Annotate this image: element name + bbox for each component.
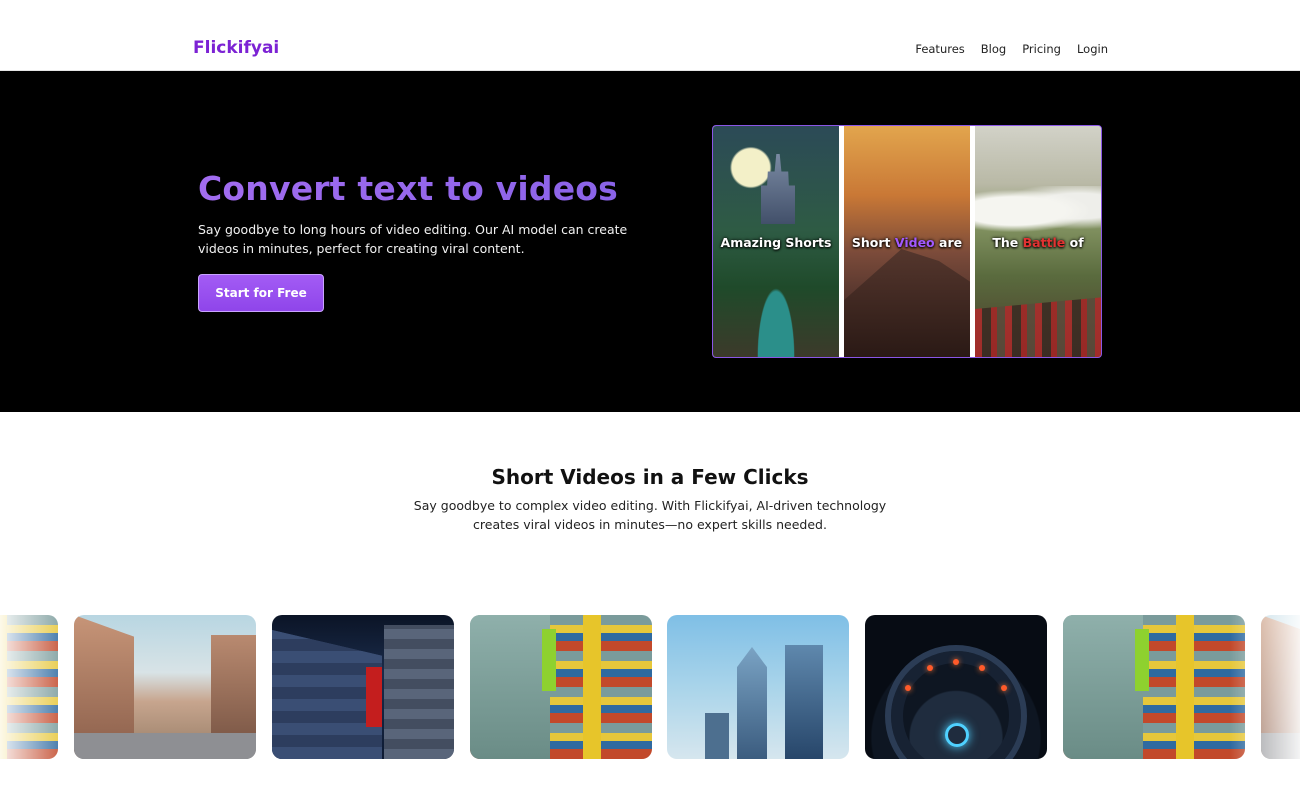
smoke-illustration	[975, 186, 1101, 236]
thumb-art	[542, 629, 556, 691]
thumb-art	[979, 665, 985, 671]
reel-caption-text: of	[1065, 235, 1084, 250]
thumb-art	[927, 665, 933, 671]
gallery-thumb-lego-street[interactable]	[1063, 615, 1245, 759]
thumb-art	[905, 685, 911, 691]
brand-logo[interactable]: Flickifyai	[193, 38, 279, 58]
gallery-thumb-voxel-corridor[interactable]	[272, 615, 454, 759]
thumb-art	[737, 647, 767, 759]
reel-caption-highlight: Battle	[1022, 235, 1066, 250]
reel-caption: Amazing Shorts	[713, 235, 839, 250]
thumb-art	[1001, 685, 1007, 691]
gallery-thumb-skyscrapers[interactable]	[667, 615, 849, 759]
nav-link-login[interactable]: Login	[1077, 42, 1108, 56]
nav-links: Features Blog Pricing Login	[915, 42, 1108, 56]
castle-illustration	[761, 154, 795, 224]
hero-subtitle: Say goodbye to long hours of video editi…	[198, 222, 628, 256]
hill-illustration	[844, 249, 970, 357]
thumb-art	[1135, 629, 1149, 691]
start-for-free-button[interactable]: Start for Free	[198, 274, 324, 312]
gallery-thumb-sci-fi-portal[interactable]	[865, 615, 1047, 759]
hero-title: Convert text to videos	[198, 169, 618, 208]
thumb-art	[705, 713, 729, 759]
reel-panel-fantasy[interactable]: Amazing Shorts	[713, 126, 839, 357]
reel-caption-text: The	[992, 235, 1023, 250]
nav-link-pricing[interactable]: Pricing	[1022, 42, 1061, 56]
nav-link-features[interactable]: Features	[915, 42, 964, 56]
reel-caption: The Battle of	[975, 235, 1101, 250]
soldiers-illustration	[975, 297, 1101, 357]
gallery-fade-right	[1230, 615, 1300, 759]
video-gallery	[0, 615, 1300, 759]
hero-section: Convert text to videos Say goodbye to lo…	[0, 71, 1300, 412]
section-title: Short Videos in a Few Clicks	[491, 465, 809, 489]
thumb-art	[384, 625, 454, 759]
gallery-fade-left	[0, 615, 70, 759]
thumb-art	[953, 659, 959, 665]
thumb-art	[74, 733, 256, 759]
reel-caption: Short Video are	[844, 235, 970, 250]
thumb-art	[1063, 615, 1143, 759]
section-subtitle: Say goodbye to complex video editing. Wi…	[413, 498, 887, 532]
video-preview-reel[interactable]: Amazing Shorts Short Video are The Battl…	[712, 125, 1102, 358]
reel-panel-sunset[interactable]: Short Video are	[844, 126, 970, 357]
gallery-thumb-lego-street[interactable]	[470, 615, 652, 759]
portal-icon	[945, 723, 969, 747]
reel-caption-highlight: Video	[894, 235, 935, 250]
reel-panel-battle[interactable]: The Battle of	[975, 126, 1101, 357]
reel-caption-text: Short	[851, 235, 895, 250]
thumb-art	[366, 667, 382, 727]
top-nav: Flickifyai Features Blog Pricing Login	[0, 0, 1300, 71]
thumb-art	[211, 635, 256, 745]
thumb-art	[470, 615, 550, 759]
gallery-thumb-city-street[interactable]	[74, 615, 256, 759]
nav-link-blog[interactable]: Blog	[981, 42, 1006, 56]
reel-caption-text: are	[934, 235, 963, 250]
thumb-art	[785, 645, 823, 759]
reel-caption-text: Amazing Shorts	[720, 235, 832, 250]
